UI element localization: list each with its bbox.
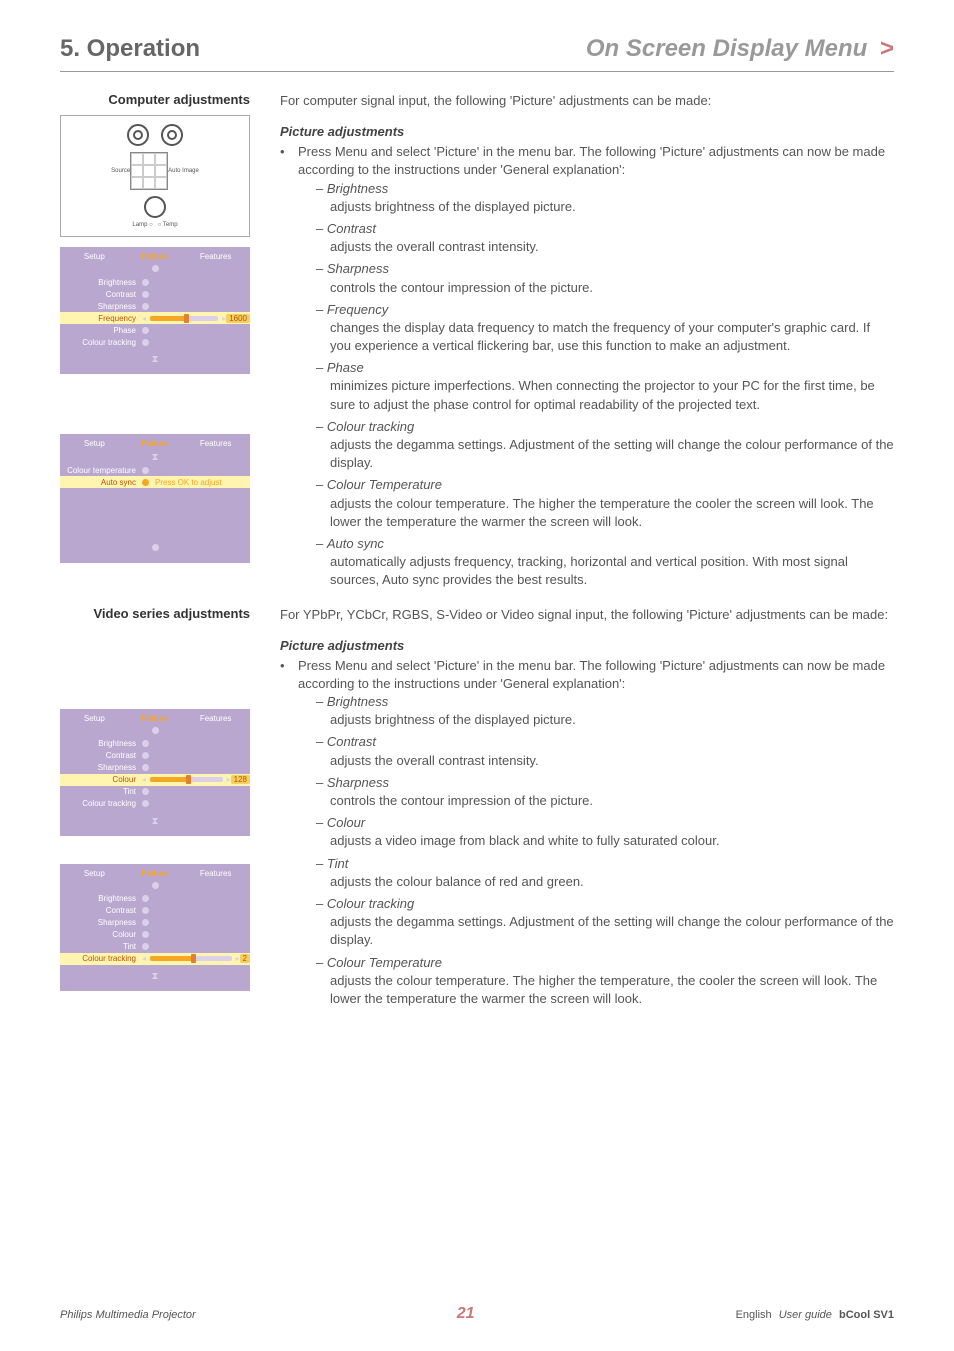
osd-menu-2: Setup Picture Features Colour temperatur… — [60, 434, 250, 563]
adjustment-name: – Contrast — [316, 733, 894, 751]
adjustment-desc: adjusts brightness of the displayed pict… — [316, 711, 894, 729]
page-number: 21 — [457, 1305, 475, 1323]
label-auto-image: Auto Image — [168, 168, 199, 174]
osd-tab: Setup — [74, 714, 114, 723]
hourglass-icon — [151, 971, 159, 981]
adjustment-desc: adjusts the overall contrast intensity. — [316, 752, 894, 770]
adjustment-item: – Auto syncautomatically adjusts frequen… — [298, 535, 894, 590]
adjustment-item: – Tintadjusts the colour balance of red … — [298, 855, 894, 891]
osd-tab: Setup — [74, 252, 114, 261]
power-button-icon — [144, 196, 166, 218]
adjustment-name: – Brightness — [316, 693, 894, 711]
osd-menu-1: Setup Picture Features Brightness Contra… — [60, 247, 250, 374]
osd-tab-active: Picture — [135, 869, 175, 878]
device-illustration: Source Auto Image Lamp ○ ○ Temp — [60, 115, 250, 237]
subheading: Picture adjustments — [280, 124, 894, 139]
hourglass-icon — [151, 816, 159, 826]
osd-tab-active: Picture — [135, 714, 175, 723]
adjustment-name: – Colour Temperature — [316, 954, 894, 972]
osd-row-selected: Auto sync Press OK to adjust — [60, 476, 250, 488]
adjustment-item: – Colour Temperatureadjusts the colour t… — [298, 954, 894, 1009]
subheading: Picture adjustments — [280, 638, 894, 653]
osd-tab: Setup — [74, 439, 114, 448]
osd-tab: Features — [196, 439, 236, 448]
osd-hint: Press OK to adjust — [149, 478, 222, 487]
osd-value: 128 — [231, 775, 250, 784]
adjustment-desc: adjusts the colour temperature. The high… — [316, 972, 894, 1008]
adjustment-name: – Brightness — [316, 180, 894, 198]
adjustment-item: – Brightnessadjusts brightness of the di… — [298, 180, 894, 216]
chapter-header: 5. Operation On Screen Display Menu > — [60, 20, 894, 72]
side-heading-video: Video series adjustments — [60, 606, 250, 621]
adjustment-desc: adjusts the colour temperature. The high… — [316, 495, 894, 531]
osd-tab: Features — [196, 252, 236, 261]
adjustment-name: – Phase — [316, 359, 894, 377]
lens-icon — [127, 124, 149, 146]
label-lamp: Lamp — [132, 222, 147, 228]
osd-menu-3: Setup Picture Features Brightness Contra… — [60, 709, 250, 836]
adjustment-item: – Frequencychanges the display data freq… — [298, 301, 894, 356]
adjustment-name: – Sharpness — [316, 774, 894, 792]
adjustment-desc: controls the contour impression of the p… — [316, 792, 894, 810]
osd-tab: Features — [196, 714, 236, 723]
osd-tab: Setup — [74, 869, 114, 878]
adjustment-item: – Sharpnesscontrols the contour impressi… — [298, 260, 894, 296]
adjustment-name: – Colour — [316, 814, 894, 832]
adjustment-desc: adjusts the colour balance of red and gr… — [316, 873, 894, 891]
chapter-subtitle: On Screen Display Menu > — [586, 35, 894, 63]
intro-text: For YPbPr, YCbCr, RGBS, S-Video or Video… — [280, 606, 894, 624]
adjustment-item: – Brightnessadjusts brightness of the di… — [298, 693, 894, 729]
hourglass-icon — [151, 354, 159, 364]
adjustment-name: – Contrast — [316, 220, 894, 238]
adjustment-item: – Sharpnesscontrols the contour impressi… — [298, 774, 894, 810]
page-footer: Philips Multimedia Projector 21 English … — [60, 1305, 894, 1323]
adjustment-desc: adjusts a video image from black and whi… — [316, 832, 894, 850]
label-temp: Temp — [163, 222, 178, 228]
hourglass-icon — [151, 452, 159, 462]
chevron-icon: > — [880, 35, 894, 62]
adjustment-desc: minimizes picture imperfections. When co… — [316, 377, 894, 413]
adjustment-desc: adjusts brightness of the displayed pict… — [316, 198, 894, 216]
footer-brand: Philips Multimedia Projector — [60, 1309, 196, 1321]
osd-tab: Features — [196, 869, 236, 878]
osd-tab-active: Picture — [135, 252, 175, 261]
bullet-item: Press Menu and select 'Picture' in the m… — [298, 143, 894, 589]
adjustment-item: – Colouradjusts a video image from black… — [298, 814, 894, 850]
adjustment-desc: adjusts the overall contrast intensity. — [316, 238, 894, 256]
adjustment-desc: automatically adjusts frequency, trackin… — [316, 553, 894, 589]
osd-value: 1600 — [226, 314, 250, 323]
dpad-icon — [130, 152, 168, 190]
adjustment-desc: adjusts the degamma settings. Adjustment… — [316, 913, 894, 949]
bullet-item: Press Menu and select 'Picture' in the m… — [298, 657, 894, 1008]
adjustment-name: – Sharpness — [316, 260, 894, 278]
osd-value: 2 — [240, 954, 250, 963]
intro-text: For computer signal input, the following… — [280, 92, 894, 110]
osd-row-selected: Colour tracking ◂▸ 2 — [60, 953, 250, 965]
adjustment-item: – Colour Temperatureadjusts the colour t… — [298, 476, 894, 531]
lens-icon — [161, 124, 183, 146]
adjustment-name: – Tint — [316, 855, 894, 873]
adjustment-desc: controls the contour impression of the p… — [316, 279, 894, 297]
adjustment-name: – Colour Temperature — [316, 476, 894, 494]
adjustment-name: – Auto sync — [316, 535, 894, 553]
osd-row-selected: Colour ◂▸ 128 — [60, 774, 250, 786]
adjustment-name: – Colour tracking — [316, 895, 894, 913]
adjustment-item: – Contrastadjusts the overall contrast i… — [298, 733, 894, 769]
osd-tab-active: Picture — [135, 439, 175, 448]
footer-right: English User guide bCool SV1 — [736, 1309, 894, 1321]
label-source: Source — [111, 168, 130, 174]
adjustment-item: – Contrastadjusts the overall contrast i… — [298, 220, 894, 256]
adjustment-desc: adjusts the degamma settings. Adjustment… — [316, 436, 894, 472]
adjustment-item: – Colour trackingadjusts the degamma set… — [298, 895, 894, 950]
chapter-title: 5. Operation — [60, 35, 200, 63]
adjustment-desc: changes the display data frequency to ma… — [316, 319, 894, 355]
osd-menu-4: Setup Picture Features Brightness Contra… — [60, 864, 250, 991]
adjustment-item: – Colour trackingadjusts the degamma set… — [298, 418, 894, 473]
side-heading-computer: Computer adjustments — [60, 92, 250, 107]
adjustment-item: – Phaseminimizes picture imperfections. … — [298, 359, 894, 414]
adjustment-name: – Colour tracking — [316, 418, 894, 436]
osd-row-selected: Frequency ◂▸ 1600 — [60, 312, 250, 324]
adjustment-name: – Frequency — [316, 301, 894, 319]
